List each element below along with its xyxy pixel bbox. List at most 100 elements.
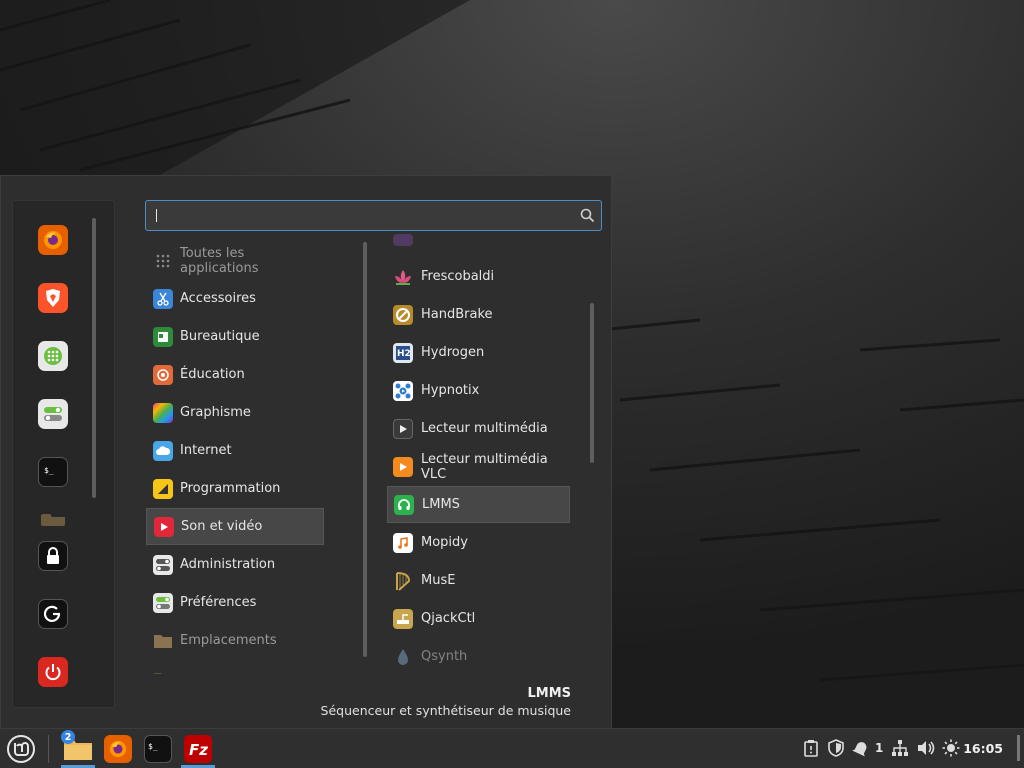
- music-note-icon: [393, 532, 413, 553]
- taskbar-separator: [48, 735, 49, 763]
- brave-favorite[interactable]: [38, 283, 68, 313]
- app-lecteur-multimedia[interactable]: Lecteur multimédia: [387, 410, 570, 447]
- shield-icon: [828, 739, 844, 757]
- office-icon: [153, 326, 173, 347]
- menu-button[interactable]: [5, 733, 37, 765]
- power-icon: [45, 664, 61, 681]
- app-frescobaldi[interactable]: Frescobaldi: [387, 258, 570, 295]
- lotus-icon: [393, 267, 413, 287]
- text-caret: [156, 209, 157, 222]
- app-label: Hydrogen: [421, 345, 485, 360]
- svg-text:Fz: Fz: [189, 741, 208, 759]
- software-manager-icon: [44, 347, 62, 365]
- shutdown-button[interactable]: [38, 657, 68, 687]
- brave-icon: [46, 289, 60, 307]
- notification-bell-icon: [852, 742, 867, 757]
- category-label: Graphisme: [180, 405, 251, 420]
- media-player-icon: [393, 418, 413, 439]
- app-icon: [393, 234, 413, 246]
- programming-icon: [153, 478, 173, 499]
- category-preferences[interactable]: Préférences: [146, 584, 324, 621]
- app-mopidy[interactable]: Mopidy: [387, 524, 570, 561]
- app-muse[interactable]: MusE: [387, 562, 570, 599]
- files-favorite[interactable]: [38, 514, 68, 526]
- category-graphisme[interactable]: Graphisme: [146, 394, 324, 431]
- app-label: QjackCtl: [421, 611, 476, 626]
- category-bureautique[interactable]: Bureautique: [146, 318, 324, 355]
- update-manager-tray-button[interactable]: [827, 739, 845, 757]
- volume-icon: [918, 741, 935, 755]
- svg-text:H2: H2: [397, 349, 411, 359]
- settings-favorite[interactable]: [38, 399, 68, 429]
- app-qjackctl[interactable]: QjackCtl: [387, 600, 570, 637]
- category-accessoires[interactable]: Accessoires: [146, 280, 324, 317]
- app-lmms[interactable]: LMMS: [387, 486, 570, 523]
- category-emplacements[interactable]: Emplacements: [146, 622, 324, 659]
- app-label: Lecteur multimédia: [421, 421, 548, 436]
- lmms-icon: [394, 494, 414, 515]
- taskbar-filezilla[interactable]: Fz: [182, 733, 214, 765]
- network-tray-button[interactable]: [891, 739, 909, 757]
- clipboard-icon: [804, 740, 818, 757]
- hypnotix-icon: [393, 380, 413, 401]
- category-education[interactable]: Éducation: [146, 356, 324, 393]
- jack-icon: [393, 608, 413, 629]
- category-all-applications[interactable]: Toutes les applications: [146, 242, 324, 279]
- show-desktop-button[interactable]: [1017, 735, 1020, 761]
- folder-icon: [153, 631, 173, 651]
- app-handbrake[interactable]: HandBrake: [387, 296, 570, 333]
- app-list-top-overflow: [387, 234, 570, 246]
- app-label: Frescobaldi: [421, 269, 495, 284]
- category-label: Toutes les applications: [180, 245, 259, 276]
- logout-button[interactable]: [38, 599, 68, 629]
- category-internet[interactable]: Internet: [146, 432, 324, 469]
- svg-text:$_: $_: [44, 466, 54, 475]
- app-qsynth[interactable]: Qsynth: [387, 638, 570, 675]
- category-son-et-video[interactable]: Son et vidéo: [146, 508, 324, 545]
- hydrogen-icon: H2: [393, 342, 413, 363]
- clock[interactable]: 16:05: [963, 741, 1003, 756]
- firefox-icon: [44, 231, 62, 249]
- brightness-tray-button[interactable]: [942, 739, 960, 757]
- category-label: Programmation: [180, 481, 281, 496]
- favorites-panel: $_: [12, 200, 115, 708]
- notification-badge: 2: [61, 730, 75, 744]
- category-overflow: [153, 668, 293, 674]
- app-vlc[interactable]: Lecteur multimédia VLC: [387, 448, 570, 485]
- preferences-icon: [153, 592, 173, 613]
- app-label: Mopidy: [421, 535, 468, 550]
- clipboard-tray-button[interactable]: [803, 739, 819, 757]
- terminal-favorite[interactable]: $_: [38, 457, 68, 487]
- category-label: Son et vidéo: [181, 519, 263, 534]
- handbrake-icon: [393, 304, 413, 325]
- play-icon: [154, 516, 174, 537]
- app-label: Hypnotix: [421, 383, 480, 398]
- category-label: Accessoires: [180, 291, 256, 306]
- category-label: Internet: [180, 443, 232, 458]
- taskbar-firefox[interactable]: [102, 733, 134, 765]
- volume-tray-button[interactable]: [916, 739, 936, 757]
- category-label: Emplacements: [180, 633, 277, 648]
- category-programmation[interactable]: Programmation: [146, 470, 324, 507]
- app-hydrogen[interactable]: H2 Hydrogen: [387, 334, 570, 371]
- software-manager-favorite[interactable]: [38, 341, 68, 371]
- notifications-tray-button[interactable]: 1: [852, 739, 883, 757]
- app-hypnotix[interactable]: Hypnotix: [387, 372, 570, 409]
- firefox-icon: [104, 735, 132, 763]
- category-administration[interactable]: Administration: [146, 546, 324, 583]
- search-input[interactable]: [145, 200, 602, 231]
- notification-count: 1: [875, 741, 884, 755]
- categories-scrollbar[interactable]: [363, 242, 367, 657]
- harp-icon: [393, 571, 413, 591]
- category-label: Éducation: [180, 367, 245, 382]
- lock-screen-button[interactable]: [38, 541, 68, 571]
- lock-icon: [47, 547, 59, 564]
- graphics-icon: [153, 402, 173, 423]
- logout-icon: [44, 605, 61, 622]
- firefox-favorite[interactable]: [38, 225, 68, 255]
- taskbar: 2 $_ Fz 1 16:05: [0, 728, 1024, 768]
- apps-scrollbar[interactable]: [590, 303, 594, 463]
- taskbar-terminal[interactable]: $_: [142, 733, 174, 765]
- favorites-scrollbar[interactable]: [92, 218, 96, 498]
- network-icon: [892, 740, 908, 756]
